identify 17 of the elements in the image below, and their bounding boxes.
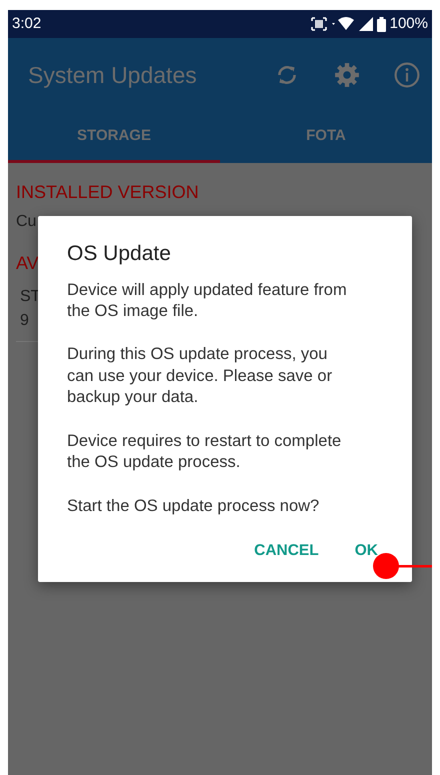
version-text: Cu: [16, 212, 36, 232]
dialog-message: Device requires to restart to complete the OS update process.: [67, 430, 342, 474]
section-heading: AV: [16, 252, 39, 275]
battery-percent: 100%: [390, 14, 428, 34]
dialog-message: During this OS update process, you can use your device. Please save or backup your data.: [67, 344, 334, 408]
app-title: System Updates: [28, 60, 197, 90]
ok-button[interactable]: OK: [344, 531, 388, 570]
item-label: ST: [20, 287, 40, 307]
cancel-button[interactable]: CANCEL: [244, 531, 329, 570]
status-time: 3:02: [12, 14, 42, 34]
tab[interactable]: FOTA: [220, 112, 432, 163]
tab[interactable]: STORAGE: [8, 112, 220, 163]
dialog-title: OS Update: [67, 241, 172, 267]
dialog-message: Device will apply updated feature from the OS image file.: [67, 280, 348, 322]
item-value: 9: [20, 311, 30, 331]
dialog-message: Start the OS update process now?: [67, 496, 320, 517]
section-heading: INSTALLED VERSION: [16, 181, 199, 204]
